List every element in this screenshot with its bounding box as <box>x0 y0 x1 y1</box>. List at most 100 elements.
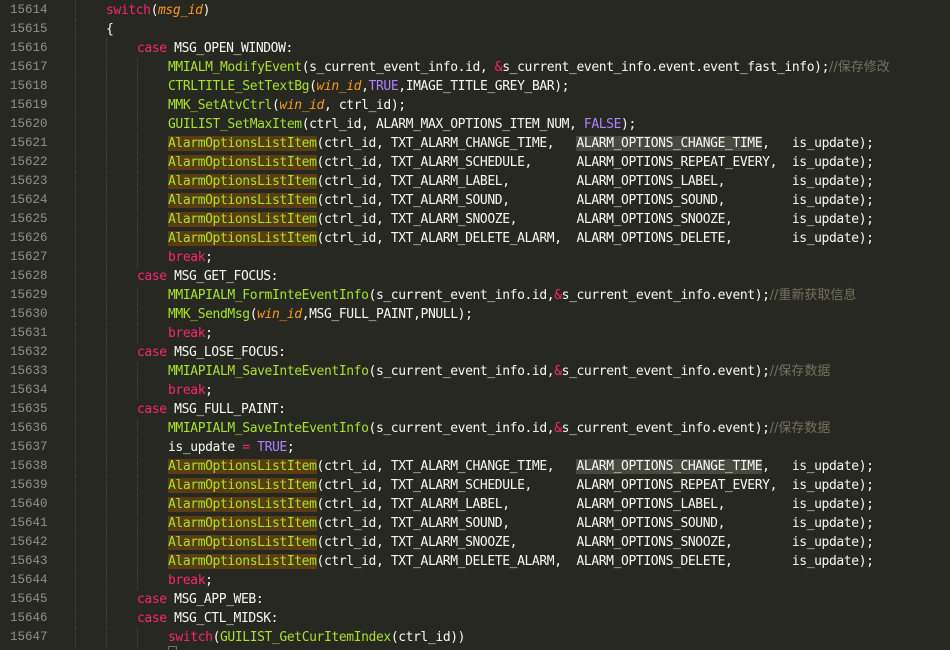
code-text[interactable]: AlarmOptionsListItem(ctrl_id, TXT_ALARM_… <box>168 514 874 533</box>
code-line[interactable]: 15626 AlarmOptionsListItem(ctrl_id, TXT_A… <box>0 229 950 248</box>
indent-guide <box>137 438 138 457</box>
code-token: switch <box>168 630 213 645</box>
code-line[interactable]: 15620 GUILIST_SetMaxItem(ctrl_id, ALARM_M… <box>0 115 950 134</box>
code-token: MMIAPIALM_SaveInteEventInfo <box>168 421 369 436</box>
code-line[interactable]: 15615 { <box>0 20 950 39</box>
code-token: //保存修改 <box>829 60 890 75</box>
code-token: ALARM_OPTIONS_CHANGE_TIME <box>576 136 763 151</box>
code-line[interactable]: 15635 case MSG_FULL_PAINT: <box>0 400 950 419</box>
code-text[interactable]: AlarmOptionsListItem(ctrl_id, TXT_ALARM_… <box>168 229 874 248</box>
code-text[interactable]: case MSG_CTL_MIDSK: <box>137 609 279 628</box>
code-text[interactable]: break; <box>168 324 213 343</box>
code-line[interactable]: 15628 case MSG_GET_FOCUS: <box>0 267 950 286</box>
code-line[interactable]: 15638 AlarmOptionsListItem(ctrl_id, TXT_A… <box>0 457 950 476</box>
code-text[interactable]: AlarmOptionsListItem(ctrl_id, TXT_ALARM_… <box>168 210 874 229</box>
code-line[interactable]: 15621 AlarmOptionsListItem(ctrl_id, TXT_A… <box>0 134 950 153</box>
code-text[interactable]: MMIAPIALM_FormInteEventInfo(s_current_ev… <box>168 286 856 305</box>
indent-guide <box>106 134 107 153</box>
indent-guide <box>106 533 107 552</box>
indent-guide <box>137 305 138 324</box>
code-text[interactable]: break; <box>168 571 213 590</box>
code-text[interactable]: MMIAPIALM_SaveInteEventInfo(s_current_ev… <box>168 419 830 438</box>
code-token: ( <box>150 3 159 18</box>
code-token: (ctrl_id, TXT_ALARM_SNOOZE, ALARM_OPTION… <box>316 535 874 550</box>
code-line[interactable]: 15618 CTRLTITLE_SetTextBg(win_id,TRUE,IMA… <box>0 77 950 96</box>
code-line[interactable]: 15616 case MSG_OPEN_WINDOW: <box>0 39 950 58</box>
indent-guide <box>75 533 76 552</box>
indent-guide <box>75 552 76 571</box>
code-text[interactable]: MMK_SendMsg(win_id,MSG_FULL_PAINT,PNULL)… <box>168 305 473 324</box>
code-line[interactable]: 15629 MMIAPIALM_FormInteEventInfo(s_curre… <box>0 286 950 305</box>
line-number: 15634 <box>10 383 48 397</box>
code-line[interactable]: 15637 is_update = TRUE; <box>0 438 950 457</box>
code-line[interactable]: 15647 switch(GUILIST_GetCurItemIndex(ctrl… <box>0 628 950 647</box>
code-line[interactable]: 15624 AlarmOptionsListItem(ctrl_id, TXT_A… <box>0 191 950 210</box>
code-line[interactable]: 15633 MMIAPIALM_SaveInteEventInfo(s_curre… <box>0 362 950 381</box>
line-number: 15619 <box>10 98 48 112</box>
code-text[interactable]: AlarmOptionsListItem(ctrl_id, TXT_ALARM_… <box>168 191 874 210</box>
indent-guide <box>106 590 107 609</box>
code-text[interactable]: { <box>106 20 114 39</box>
code-line[interactable]: 15630 MMK_SendMsg(win_id,MSG_FULL_PAINT,P… <box>0 305 950 324</box>
code-line[interactable]: 15636 MMIAPIALM_SaveInteEventInfo(s_curre… <box>0 419 950 438</box>
code-text[interactable]: break; <box>168 248 213 267</box>
code-line[interactable]: 15641 AlarmOptionsListItem(ctrl_id, TXT_A… <box>0 514 950 533</box>
code-text[interactable]: AlarmOptionsListItem(ctrl_id, TXT_ALARM_… <box>168 134 874 153</box>
code-line[interactable]: 15646 case MSG_CTL_MIDSK: <box>0 609 950 628</box>
code-text[interactable]: MMK_SetAtvCtrl(win_id, ctrl_id); <box>168 96 406 115</box>
code-line[interactable]: 15645 case MSG_APP_WEB: <box>0 590 950 609</box>
code-line[interactable]: 15643 AlarmOptionsListItem(ctrl_id, TXT_A… <box>0 552 950 571</box>
code-line[interactable]: 15644 break; <box>0 571 950 590</box>
code-text[interactable]: AlarmOptionsListItem(ctrl_id, TXT_ALARM_… <box>168 533 874 552</box>
indent-guide <box>106 153 107 172</box>
code-line[interactable]: 15642 AlarmOptionsListItem(ctrl_id, TXT_A… <box>0 533 950 552</box>
code-text[interactable]: switch(msg_id) <box>106 1 210 20</box>
indent-guide <box>106 400 107 419</box>
code-line[interactable]: 15623 AlarmOptionsListItem(ctrl_id, TXT_A… <box>0 172 950 191</box>
code-line[interactable]: 15634 break; <box>0 381 950 400</box>
code-text[interactable]: AlarmOptionsListItem(ctrl_id, TXT_ALARM_… <box>168 172 874 191</box>
code-text[interactable]: AlarmOptionsListItem(ctrl_id, TXT_ALARM_… <box>168 552 874 571</box>
indent-guide <box>75 248 76 267</box>
indent-guide <box>75 58 76 77</box>
code-text[interactable]: MMIALM_ModifyEvent(s_current_event_info.… <box>168 58 890 77</box>
code-text[interactable]: AlarmOptionsListItem(ctrl_id, TXT_ALARM_… <box>168 457 874 476</box>
code-text[interactable]: AlarmOptionsListItem(ctrl_id, TXT_ALARM_… <box>168 153 874 172</box>
code-token: = <box>242 440 250 455</box>
code-text[interactable]: case MSG_FULL_PAINT: <box>137 400 286 419</box>
code-editor[interactable]: 15614 switch(msg_id) 15615{15616 case MSG_O… <box>0 0 950 650</box>
code-text[interactable]: case MSG_LOSE_FOCUS: <box>137 343 286 362</box>
code-token: (ctrl_id, TXT_ALARM_LABEL, ALARM_OPTIONS… <box>316 497 874 512</box>
code-token: //重新获取信息 <box>769 288 857 303</box>
code-line[interactable]: 15614 switch(msg_id) <box>0 1 950 20</box>
code-line[interactable]: 15639 AlarmOptionsListItem(ctrl_id, TXT_A… <box>0 476 950 495</box>
code-text[interactable]: case MSG_APP_WEB: <box>137 590 264 609</box>
code-line[interactable]: 15631 break; <box>0 324 950 343</box>
code-line[interactable]: 15627 break; <box>0 248 950 267</box>
code-line[interactable]: 15622 AlarmOptionsListItem(ctrl_id, TXT_A… <box>0 153 950 172</box>
code-text[interactable]: break; <box>168 381 213 400</box>
code-text[interactable]: CTRLTITLE_SetTextBg(win_id,TRUE,IMAGE_TI… <box>168 77 569 96</box>
code-text[interactable]: MMIAPIALM_SaveInteEventInfo(s_current_ev… <box>168 362 830 381</box>
code-line[interactable]: 15619 MMK_SetAtvCtrl(win_id, ctrl_id); <box>0 96 950 115</box>
code-line[interactable]: 15632 case MSG_LOSE_FOCUS: <box>0 343 950 362</box>
code-token: & <box>554 288 562 303</box>
code-token: (ctrl_id, ALARM_MAX_OPTIONS_ITEM_NUM, <box>301 117 584 132</box>
code-line[interactable]: 15640 AlarmOptionsListItem(ctrl_id, TXT_A… <box>0 495 950 514</box>
line-number: 15638 <box>10 459 48 473</box>
line-number: 15627 <box>10 250 48 264</box>
code-line[interactable]: 15617 MMIALM_ModifyEvent(s_current_event_… <box>0 58 950 77</box>
indent-guide <box>75 77 76 96</box>
code-token: ; <box>205 383 213 398</box>
indent-guide <box>137 533 138 552</box>
code-text[interactable]: switch(GUILIST_GetCurItemIndex(ctrl_id)) <box>168 628 466 647</box>
code-text[interactable]: case MSG_OPEN_WINDOW: <box>137 39 293 58</box>
code-text[interactable]: case MSG_GET_FOCUS: <box>137 267 279 286</box>
code-text[interactable]: AlarmOptionsListItem(ctrl_id, TXT_ALARM_… <box>168 495 874 514</box>
indent-guide <box>75 172 76 191</box>
code-line[interactable]: 15625 AlarmOptionsListItem(ctrl_id, TXT_A… <box>0 210 950 229</box>
code-text[interactable]: GUILIST_SetMaxItem(ctrl_id, ALARM_MAX_OP… <box>168 115 636 134</box>
code-text[interactable]: is_update = TRUE; <box>168 438 295 457</box>
code-text[interactable]: AlarmOptionsListItem(ctrl_id, TXT_ALARM_… <box>168 476 874 495</box>
line-number: 15622 <box>10 155 48 169</box>
